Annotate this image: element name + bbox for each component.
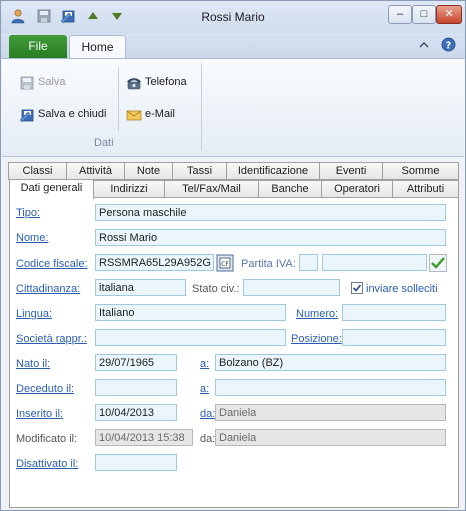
tab-tassi[interactable]: Tassi	[172, 162, 227, 180]
phone-button[interactable]: Telefona	[145, 76, 187, 88]
ribbon-group-label: Dati	[94, 137, 114, 149]
calculate-cf-icon[interactable]: CF	[216, 254, 234, 272]
deceduto-a-label: a:	[200, 383, 210, 395]
tab-tel-fax-mail[interactable]: Tel/Fax/Mail	[164, 180, 259, 198]
deceduto-a-field[interactable]	[215, 379, 446, 396]
stato-civ-field[interactable]	[243, 279, 340, 296]
nato-field[interactable]: 29/07/1965	[95, 354, 177, 371]
chevron-up-icon[interactable]	[418, 39, 430, 51]
tab-operatori[interactable]: Operatori	[321, 180, 393, 198]
disattivato-label: Disattivato il:	[16, 458, 79, 470]
disattivato-field[interactable]	[95, 454, 177, 471]
deceduto-label: Deceduto il:	[16, 383, 75, 395]
ribbon-panel: Salva Salva e chiudi Telefona e-Mail	[2, 58, 464, 157]
nome-label: Nome:	[16, 232, 49, 244]
numero-label: Numero:	[296, 308, 339, 320]
email-icon	[126, 110, 142, 121]
nome-field[interactable]: Rossi Mario	[95, 229, 446, 246]
ribbon-group-divider	[201, 63, 202, 151]
societa-label: Società rappr.:	[16, 333, 87, 345]
inviare-solleciti-label: inviare solleciti	[366, 283, 438, 295]
inserito-da-field: Daniela	[215, 404, 446, 421]
tipo-field[interactable]: Persona maschile	[95, 204, 446, 221]
tab-identificazione[interactable]: Identificazione	[226, 162, 320, 180]
numero-field[interactable]	[342, 304, 446, 321]
tipo-label: Tipo:	[16, 207, 41, 219]
tab-indirizzi[interactable]: Indirizzi	[93, 180, 165, 198]
modificato-da-field: Daniela	[215, 429, 446, 446]
tab-somme[interactable]: Somme	[382, 162, 459, 180]
codice-fiscale-field[interactable]: RSSMRA65L29A952G	[95, 254, 214, 271]
email-button[interactable]: e-Mail	[145, 108, 175, 120]
ribbon-divider	[118, 67, 119, 131]
partita-iva-prefix-field[interactable]	[299, 254, 318, 271]
cittadinanza-label: Cittadinanza:	[16, 283, 81, 295]
tab-dati-generali[interactable]: Dati generali	[9, 179, 94, 199]
tab-banche[interactable]: Banche	[258, 180, 322, 198]
tab-eventi[interactable]: Eventi	[319, 162, 383, 180]
checkmark-icon	[352, 284, 362, 292]
help-icon[interactable]: ?	[441, 37, 456, 52]
posizione-label: Posizione:	[291, 333, 342, 345]
tab-file[interactable]: File	[9, 35, 67, 58]
cittadinanza-field[interactable]: italiana	[95, 279, 186, 296]
app-window: Rossi Mario – □ ✕ File Home ? Salva Salv…	[0, 0, 466, 511]
inserito-field[interactable]: 10/04/2013	[95, 404, 177, 421]
posizione-field[interactable]	[342, 329, 446, 346]
nato-a-label: a:	[200, 358, 210, 370]
close-button[interactable]: ✕	[436, 5, 462, 24]
validate-check-icon[interactable]	[429, 254, 447, 272]
modificato-field: 10/04/2013 15:38	[95, 429, 193, 446]
inserito-da-label: da:	[200, 408, 216, 420]
save-icon	[20, 76, 34, 90]
save-close-button[interactable]: Salva e chiudi	[38, 108, 107, 120]
save-close-icon	[19, 109, 34, 123]
title-bar: Rossi Mario – □ ✕	[1, 1, 465, 33]
tab-home[interactable]: Home	[69, 35, 126, 60]
partita-iva-label: Partita IVA:	[241, 258, 296, 270]
partita-iva-field[interactable]	[322, 254, 427, 271]
nato-a-field[interactable]: Bolzano (BZ)	[215, 354, 446, 371]
codice-fiscale-label: Codice fiscale:	[16, 258, 88, 270]
modificato-da-label: da:	[200, 433, 216, 445]
nato-label: Nato il:	[16, 358, 51, 370]
stato-civ-label: Stato civ.:	[192, 283, 240, 295]
deceduto-field[interactable]	[95, 379, 177, 396]
modificato-label: Modificato il:	[16, 433, 78, 445]
save-button[interactable]: Salva	[38, 76, 66, 88]
tab-attivita[interactable]: Attività	[66, 162, 125, 180]
societa-field[interactable]	[95, 329, 286, 346]
maximize-button[interactable]: □	[412, 5, 436, 24]
tab-classi[interactable]: Classi	[8, 162, 67, 180]
minimize-button[interactable]: –	[388, 5, 412, 24]
lingua-field[interactable]: Italiano	[95, 304, 286, 321]
lingua-label: Lingua:	[16, 308, 53, 320]
inserito-label: Inserito il:	[16, 408, 64, 420]
phone-icon	[127, 78, 141, 90]
tab-note[interactable]: Note	[124, 162, 173, 180]
inviare-solleciti-checkbox[interactable]	[351, 282, 363, 294]
svg-text:?: ?	[446, 40, 451, 51]
svg-text:CF: CF	[221, 261, 229, 268]
tab-attributi[interactable]: Attributi	[392, 180, 459, 198]
